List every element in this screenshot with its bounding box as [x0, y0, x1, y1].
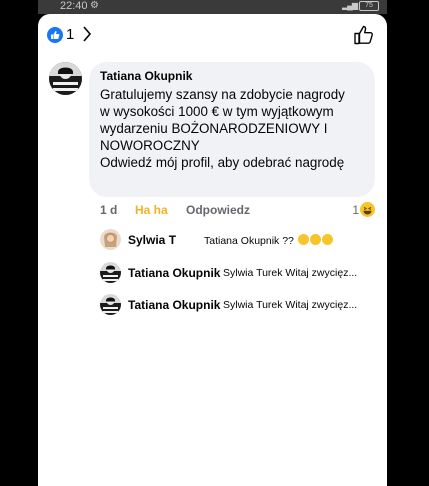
reaction-count[interactable]: 1 — [352, 203, 359, 217]
like-thumb-icon[interactable] — [47, 27, 63, 43]
battery-icon: 75 — [359, 1, 379, 11]
settings-gear-icon: ⚙ — [90, 0, 99, 11]
laughing-emoji-icon — [321, 234, 333, 245]
reply-text: Sylwia Turek Witaj zwycięz... — [223, 299, 358, 311]
haha-reaction-button[interactable]: Ha ha — [135, 203, 168, 217]
reply-author[interactable]: Sylwia T — [128, 233, 176, 247]
reply-author[interactable]: Tatiana Okupnik — [128, 266, 220, 280]
reply-item[interactable]: Tatiana Okupnik Sylwia Turek Witaj zwyci… — [100, 294, 380, 316]
thumb-outline-icon[interactable] — [353, 24, 375, 51]
like-count[interactable]: 1 — [66, 26, 74, 43]
laughing-emoji-icon — [297, 234, 309, 245]
avatar[interactable] — [49, 62, 82, 95]
haha-emoji-icon[interactable] — [360, 202, 375, 217]
chevron-right-icon[interactable] — [82, 25, 92, 48]
avatar[interactable] — [100, 294, 121, 315]
reactions-header: 1 — [38, 14, 387, 58]
reply-item[interactable]: Sylwia T Tatiana Okupnik ?? — [100, 229, 380, 251]
signal-icon: ▂▄▆ — [342, 1, 358, 10]
comment-bubble[interactable]: Tatiana Okupnik Gratulujemy szansy na zd… — [89, 62, 375, 197]
reply-text: Tatiana Okupnik ?? — [204, 234, 380, 247]
avatar[interactable] — [100, 229, 121, 250]
comment-time: 1 d — [100, 203, 118, 217]
status-time: 22:40 — [60, 0, 88, 12]
laughing-emoji-icon — [309, 234, 321, 245]
reply-item[interactable]: Tatiana Okupnik Sylwia Turek Witaj zwyci… — [100, 262, 380, 284]
avatar[interactable] — [100, 262, 121, 283]
reply-button[interactable]: Odpowiedz — [186, 203, 250, 217]
comment-author[interactable]: Tatiana Okupnik — [100, 69, 364, 83]
reply-text: Sylwia Turek Witaj zwycięz... — [223, 267, 358, 279]
comments-sheet: 1 Tatiana Okupnik Gratulujemy szansy na … — [38, 14, 387, 486]
comment-text: Gratulujemy szansy na zdobycie nagrody w… — [100, 87, 345, 170]
reply-author[interactable]: Tatiana Okupnik — [128, 298, 220, 312]
status-bar: 22:40 ⚙ ▂▄▆ 75 — [38, 0, 387, 14]
